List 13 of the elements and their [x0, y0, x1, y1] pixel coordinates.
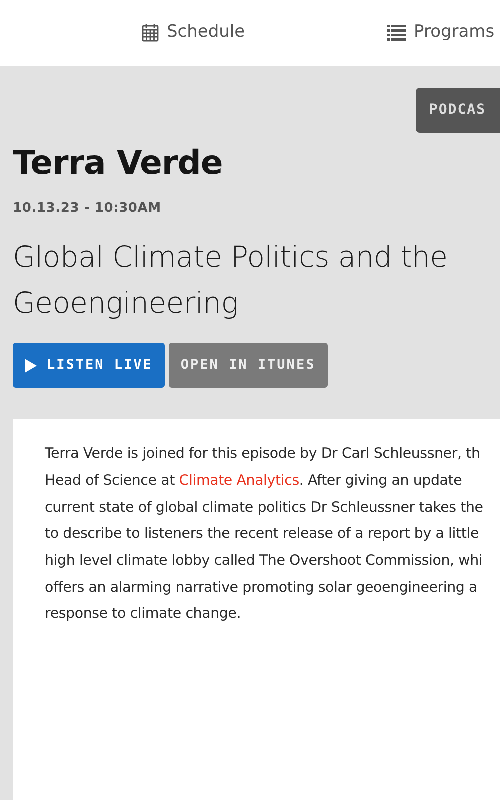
schedule-link[interactable]: Schedule — [142, 20, 246, 46]
podcast-button[interactable]: PODCAS — [416, 88, 500, 133]
episode-description: Terra Verde is joined for this episode by Dr Carl Schleussner, th Head of Science at Climate Analytics. After giving an update current state of global climate politics Dr Schleussner takes the to describe to listeners the recent release of a report by a little high level climate lobby called The Overshoot Commission, whi offers an alarming narrative promoting solar geoengineering a response to climate change. — [45, 445, 484, 624]
climate-analytics-link[interactable]: Climate Analytics — [179, 472, 300, 489]
list-icon — [387, 24, 406, 41]
episode-title: Global Climate Politics and the Geoengineering — [13, 239, 449, 322]
programs-link[interactable]: Programs — [387, 20, 495, 46]
play-icon — [25, 358, 37, 373]
itunes-button[interactable]: OPEN IN ITUNES — [168, 343, 328, 388]
program-title: Terra Verde — [13, 143, 224, 183]
calendar-icon — [142, 23, 159, 42]
air-date: 10.13.23 - 10:30AM — [13, 200, 162, 218]
listen-live-button[interactable]: LISTEN LIVE — [13, 343, 165, 388]
